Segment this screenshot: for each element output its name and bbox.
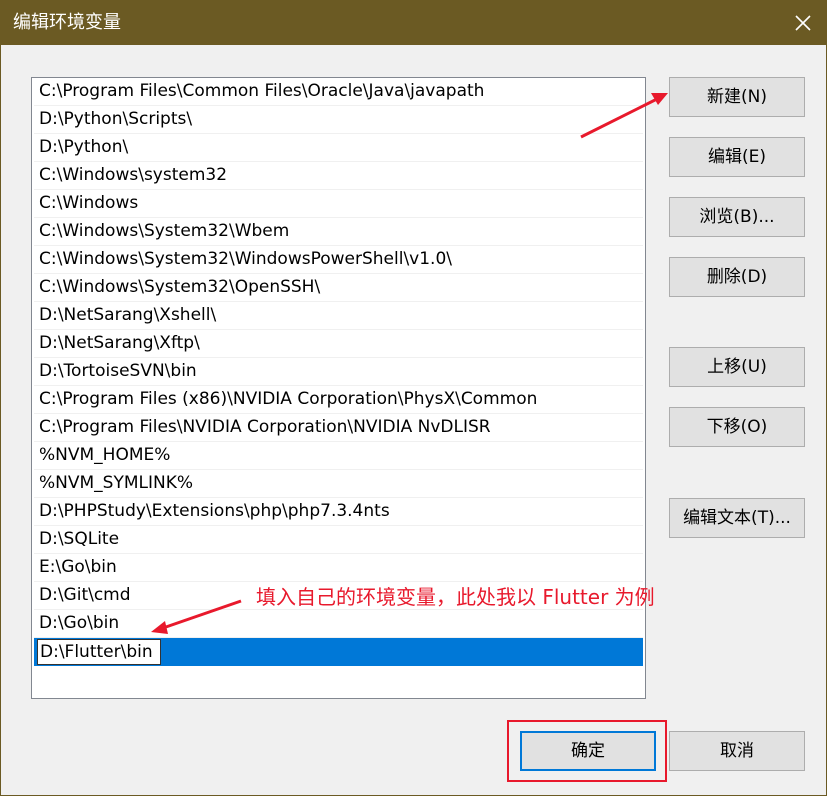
annotation-text: 填入自己的环境变量，此处我以 Flutter 为例: [256, 585, 655, 609]
edit-env-var-dialog: 编辑环境变量 C:\Program Files\Common Files\Ora…: [0, 0, 827, 796]
arrow-icon: [151, 599, 242, 634]
